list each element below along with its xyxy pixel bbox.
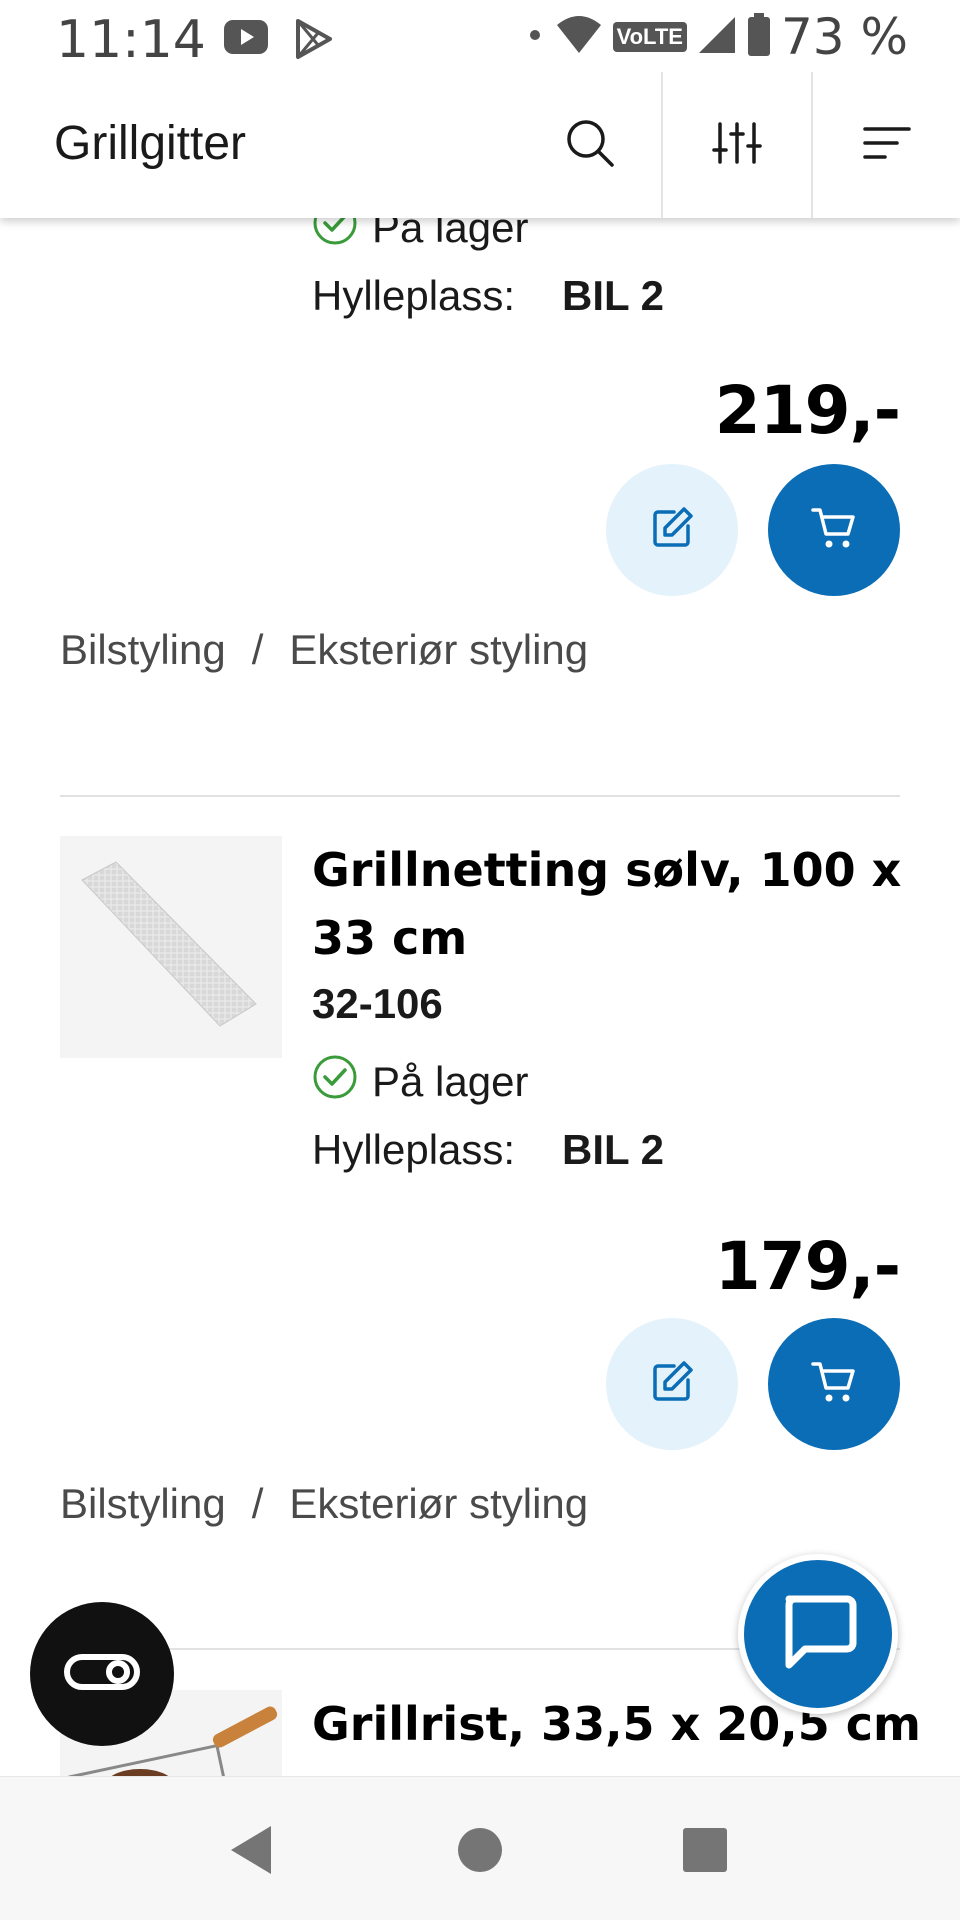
shelf-label: Hylleplass: [312, 1126, 516, 1173]
signal-icon [697, 15, 737, 60]
search-button[interactable] [520, 72, 660, 218]
edit-button[interactable] [606, 464, 738, 596]
breadcrumb-separator: / [251, 1480, 264, 1527]
battery-percent: 73 % [780, 8, 908, 66]
dot-icon [525, 25, 545, 50]
breadcrumb-item[interactable]: Bilstyling [60, 1480, 226, 1528]
breadcrumb-item[interactable]: Eksteriør styling [289, 626, 588, 674]
wifi-icon [555, 15, 603, 60]
shelf-value: BIL 2 [562, 272, 664, 319]
check-circle-icon [312, 1054, 358, 1110]
notification-icons [222, 18, 334, 65]
filter-button[interactable] [661, 72, 810, 218]
add-to-cart-button[interactable] [768, 1318, 900, 1450]
shelf-location: Hylleplass: BIL 2 [312, 272, 664, 320]
battery-icon [747, 12, 771, 62]
page-title: Grillgitter [54, 117, 247, 170]
app-bar: Grillgitter [0, 72, 960, 218]
recents-button[interactable] [670, 1817, 740, 1887]
edit-button[interactable] [606, 1318, 738, 1450]
shelf-label: Hylleplass: [312, 272, 516, 319]
home-button[interactable] [445, 1817, 515, 1887]
breadcrumb-item[interactable]: Bilstyling [60, 626, 226, 674]
play-store-icon [292, 18, 334, 65]
divider [60, 795, 900, 797]
sort-button[interactable] [811, 72, 960, 218]
link-toggle-icon [63, 1652, 141, 1697]
breadcrumb: Bilstyling / Eksteriør styling [60, 626, 588, 674]
product-sku: 32-106 [312, 980, 443, 1027]
shelf-value: BIL 2 [562, 1126, 664, 1173]
product-title[interactable]: Grillnetting sølv, 100 x 33 cm [312, 836, 912, 972]
edit-icon [648, 1358, 696, 1411]
breadcrumb: Bilstyling / Eksteriør styling [60, 1480, 588, 1528]
price: 219,- [714, 372, 901, 449]
volte-badge: VoLTE [612, 22, 687, 52]
system-status: VoLTE 73 % [525, 8, 908, 66]
price: 179,- [714, 1228, 901, 1305]
search-icon [564, 117, 616, 174]
stock-status: På lager [312, 1054, 528, 1110]
cart-icon [808, 502, 860, 559]
breadcrumb-separator: / [251, 626, 264, 673]
filter-sliders-icon [711, 120, 762, 171]
recents-square-icon [682, 1827, 728, 1878]
cart-icon [808, 1356, 860, 1413]
back-triangle-icon [227, 1824, 275, 1881]
home-circle-icon [457, 1827, 503, 1878]
youtube-icon [222, 18, 270, 65]
back-button[interactable] [216, 1817, 286, 1887]
shelf-location: Hylleplass: BIL 2 [312, 1126, 664, 1174]
breadcrumb-item[interactable]: Eksteriør styling [289, 1480, 588, 1528]
chat-bubble-icon [775, 1589, 861, 1680]
system-navigation-bar [0, 1776, 960, 1920]
edit-icon [648, 504, 696, 557]
stock-label: På lager [372, 1058, 529, 1105]
chat-button[interactable] [738, 1554, 898, 1714]
product-image[interactable] [60, 836, 282, 1058]
sort-icon [862, 125, 911, 166]
status-bar: 11:14 VoLTE 73 % [0, 0, 960, 72]
status-time: 11:14 [56, 10, 206, 70]
add-to-cart-button[interactable] [768, 464, 900, 596]
accessibility-toggle-button[interactable] [30, 1602, 174, 1746]
